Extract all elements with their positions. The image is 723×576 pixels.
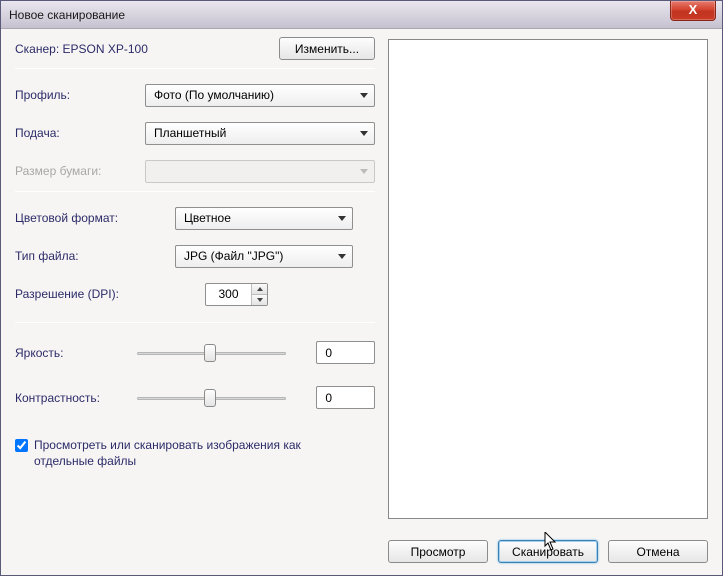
paper-size-select — [145, 160, 375, 183]
scanner-label: Сканер: EPSON XP-100 — [15, 42, 148, 56]
spin-down-button[interactable] — [252, 295, 267, 305]
preview-pane — [388, 39, 708, 519]
chevron-up-icon — [257, 287, 263, 291]
resolution-input[interactable] — [206, 284, 251, 305]
chevron-down-icon — [338, 216, 346, 221]
feed-label: Подача: — [15, 126, 145, 140]
file-type-select[interactable]: JPG (Файл "JPG") — [175, 245, 353, 268]
separator — [15, 322, 375, 323]
profile-label: Профиль: — [15, 88, 145, 102]
window-title: Новое сканирование — [9, 8, 125, 22]
separator — [15, 68, 375, 69]
separate-files-checkbox[interactable] — [15, 439, 28, 452]
chevron-down-icon — [257, 298, 263, 302]
brightness-slider[interactable] — [137, 343, 287, 363]
color-format-select[interactable]: Цветное — [175, 207, 353, 230]
chevron-down-icon — [360, 131, 368, 136]
brightness-label: Яркость: — [15, 346, 137, 360]
file-type-label: Тип файла: — [15, 249, 175, 263]
contrast-label: Контрастность: — [15, 391, 137, 405]
scanner-name: EPSON XP-100 — [63, 42, 148, 56]
profile-select[interactable]: Фото (По умолчанию) — [145, 84, 375, 107]
paper-size-label: Размер бумаги: — [15, 164, 145, 178]
cancel-button[interactable]: Отмена — [608, 540, 708, 563]
separator — [15, 191, 375, 192]
spin-up-button[interactable] — [252, 284, 267, 295]
brightness-value[interactable]: 0 — [316, 341, 375, 364]
slider-thumb[interactable] — [204, 344, 216, 362]
preview-button[interactable]: Просмотр — [388, 540, 488, 563]
feed-select[interactable]: Планшетный — [145, 122, 375, 145]
dialog-content: Сканер: EPSON XP-100 Изменить... Профиль… — [1, 29, 722, 575]
close-icon: X — [689, 2, 698, 17]
close-button[interactable]: X — [670, 1, 716, 21]
change-scanner-button[interactable]: Изменить... — [279, 37, 375, 60]
settings-panel: Сканер: EPSON XP-100 Изменить... Профиль… — [15, 37, 375, 469]
chevron-down-icon — [338, 254, 346, 259]
resolution-label: Разрешение (DPI): — [15, 287, 175, 301]
resolution-spinner[interactable] — [205, 283, 268, 306]
slider-thumb[interactable] — [204, 389, 216, 407]
titlebar[interactable]: Новое сканирование X — [1, 1, 722, 29]
contrast-slider[interactable] — [137, 388, 287, 408]
chevron-down-icon — [360, 169, 368, 174]
separate-files-label[interactable]: Просмотреть или сканировать изображения … — [34, 437, 334, 469]
contrast-value[interactable]: 0 — [316, 386, 375, 409]
scan-dialog: Новое сканирование X Сканер: EPSON XP-10… — [0, 0, 723, 576]
chevron-down-icon — [360, 93, 368, 98]
color-format-label: Цветовой формат: — [15, 211, 175, 225]
scan-button[interactable]: Сканировать — [498, 540, 598, 563]
dialog-buttons: Просмотр Сканировать Отмена — [388, 540, 708, 563]
